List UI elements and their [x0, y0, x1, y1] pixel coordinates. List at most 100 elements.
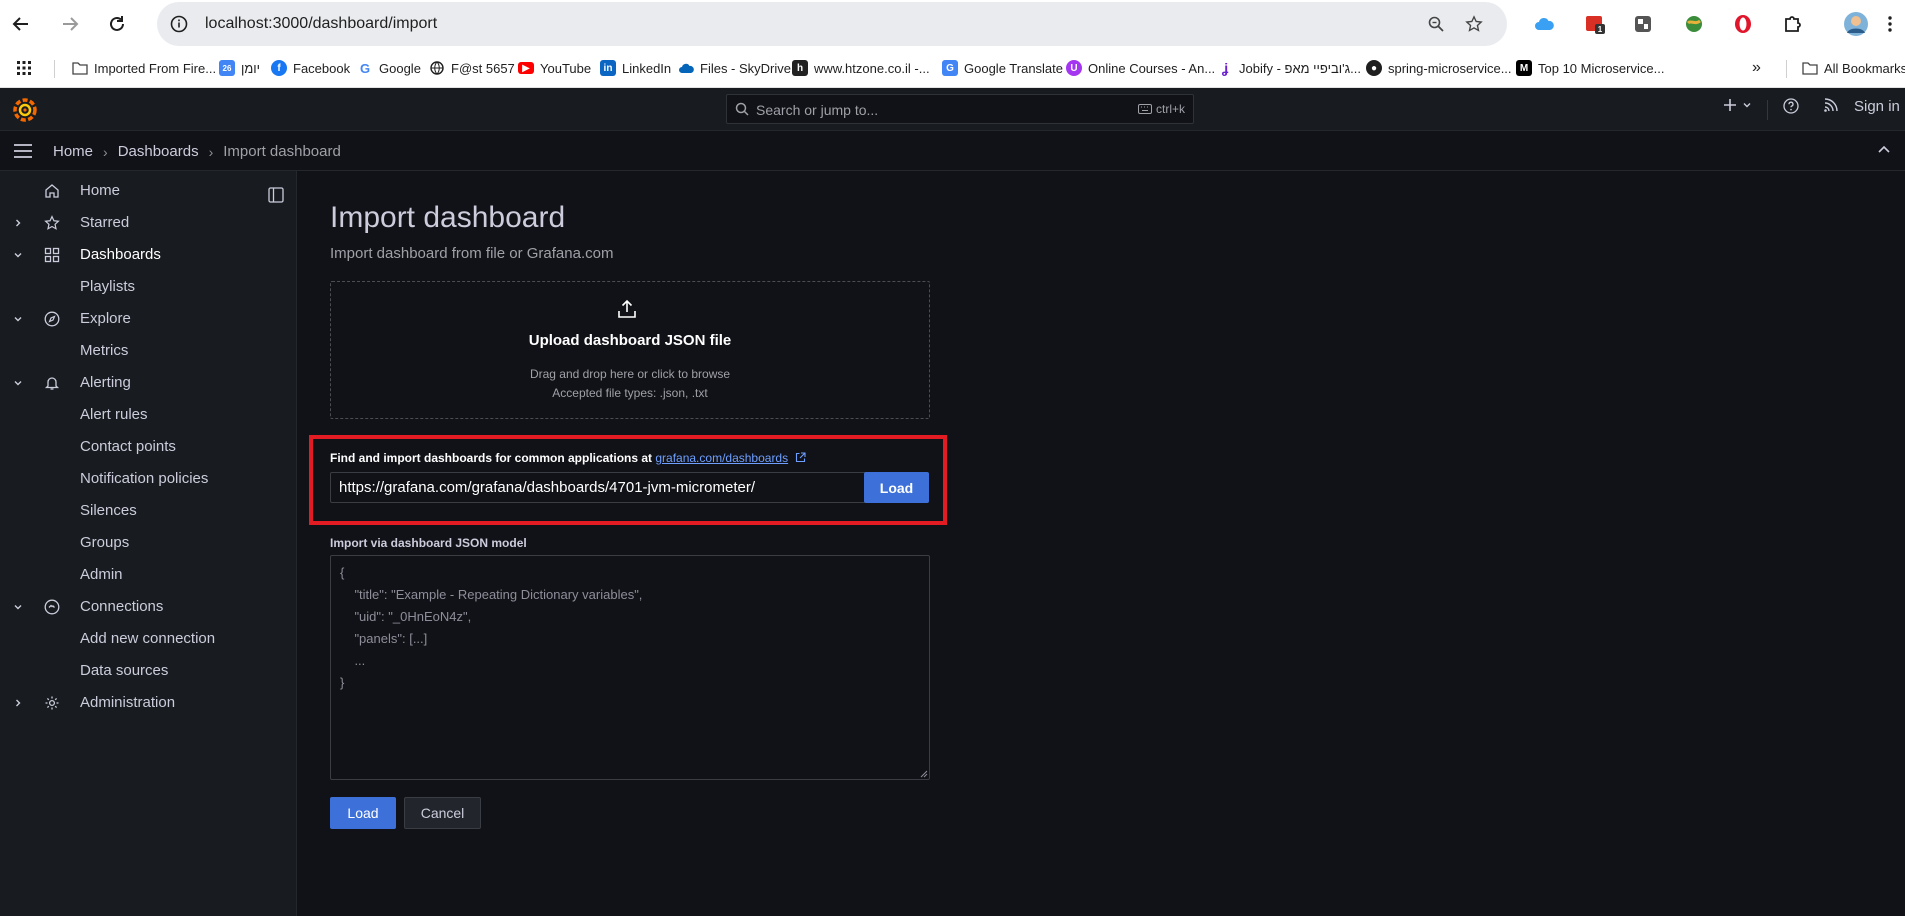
- bookmark-item[interactable]: in LinkedIn: [600, 58, 671, 78]
- bookmark-item[interactable]: ▶ YouTube: [518, 58, 591, 78]
- sidebar-item-label: Contact points: [80, 438, 176, 455]
- keyboard-shortcut: ctrl+k: [1137, 102, 1185, 116]
- sidebar-item-admin[interactable]: Admin: [0, 559, 297, 591]
- bookmark-item[interactable]: ● spring-microservice...: [1366, 58, 1512, 78]
- bookmark-item[interactable]: Imported From Fire...: [72, 58, 216, 78]
- google-icon: G: [359, 60, 371, 76]
- breadcrumb-current: Import dashboard: [223, 143, 341, 160]
- page-title: Import dashboard: [330, 201, 566, 234]
- onedrive-extension-icon[interactable]: [1532, 12, 1556, 36]
- sidebar-item-silences[interactable]: Silences: [0, 495, 297, 527]
- bookmark-item[interactable]: h www.htzone.co.il -...: [792, 58, 930, 78]
- sidebar-item-data-sources[interactable]: Data sources: [0, 655, 297, 687]
- chevron-down-icon[interactable]: [11, 312, 25, 326]
- load-button[interactable]: Load: [330, 797, 396, 829]
- sidebar-item-label: Admin: [80, 566, 123, 583]
- menu-toggle-icon[interactable]: [13, 143, 33, 164]
- sidebar-item-alerting[interactable]: Alerting: [0, 367, 297, 399]
- bookmark-label: www.htzone.co.il -...: [814, 60, 930, 76]
- sidebar-item-explore[interactable]: Explore: [0, 303, 297, 335]
- search-input[interactable]: Search or jump to... ctrl+k: [726, 94, 1194, 124]
- sidebar-item-label: Alerting: [80, 374, 131, 391]
- puzzle-app-extension-icon[interactable]: [1631, 12, 1655, 36]
- site-info-icon[interactable]: [167, 12, 191, 36]
- chevron-down-icon[interactable]: [11, 600, 25, 614]
- gear-icon: [43, 694, 61, 712]
- opera-extension-icon[interactable]: [1731, 12, 1755, 36]
- chevron-down-icon[interactable]: [11, 248, 25, 262]
- apps-grid-icon[interactable]: [16, 58, 32, 78]
- sidebar-item-administration[interactable]: Administration: [0, 687, 297, 719]
- extensions-puzzle-icon[interactable]: [1781, 12, 1805, 36]
- bookmark-item[interactable]: G Google: [357, 58, 421, 78]
- url-text[interactable]: localhost:3000/dashboard/import: [205, 15, 437, 33]
- breadcrumb-dashboards[interactable]: Dashboards: [118, 143, 199, 160]
- sidebar-item-alert-rules[interactable]: Alert rules: [0, 399, 297, 431]
- github-icon: ●: [1366, 60, 1382, 76]
- sidebar-item-contact-points[interactable]: Contact points: [0, 431, 297, 463]
- rss-news-icon[interactable]: [1824, 98, 1838, 112]
- forward-button[interactable]: [55, 9, 85, 39]
- globe-extension-icon[interactable]: [1682, 12, 1706, 36]
- sidebar-item-metrics[interactable]: Metrics: [0, 335, 297, 367]
- sidebar-item-label: Add new connection: [80, 630, 216, 647]
- json-model-label: Import via dashboard JSON model: [330, 536, 527, 550]
- sidebar-item-label: Home: [80, 182, 121, 199]
- linkedin-icon: in: [600, 60, 616, 76]
- all-bookmarks[interactable]: All Bookmarks: [1802, 58, 1905, 78]
- breadcrumb-home[interactable]: Home: [53, 143, 93, 160]
- connections-icon: [43, 598, 61, 616]
- dashboards-icon: [43, 246, 61, 264]
- sidebar-item-dashboards[interactable]: Dashboards: [0, 239, 297, 271]
- new-menu-button[interactable]: [1723, 98, 1752, 112]
- grafana-logo-icon[interactable]: [12, 97, 38, 123]
- grafana-com-label: Find and import dashboards for common ap…: [330, 451, 807, 465]
- json-model-textarea[interactable]: { "title": "Example - Repeating Dictiona…: [330, 555, 930, 780]
- sidebar-item-label: Groups: [80, 534, 130, 551]
- chevron-down-icon[interactable]: [11, 376, 25, 390]
- bookmark-label: spring-microservice...: [1388, 60, 1512, 76]
- sidebar-item-label: Silences: [80, 502, 137, 519]
- back-button[interactable]: [6, 9, 36, 39]
- grafana-com-url-input[interactable]: [330, 472, 866, 503]
- cancel-button[interactable]: Cancel: [404, 797, 481, 829]
- more-bookmarks-chevron-icon[interactable]: »: [1752, 58, 1761, 78]
- chevron-right-icon[interactable]: [11, 696, 25, 710]
- zoom-icon[interactable]: [1425, 13, 1447, 35]
- folder-icon: [1802, 60, 1818, 76]
- bookmark-item[interactable]: 26 יומן: [219, 58, 260, 78]
- sidebar-item-home[interactable]: Home: [0, 175, 297, 207]
- browser-menu-icon[interactable]: [1878, 12, 1902, 36]
- bookmark-item[interactable]: G Google Translate: [942, 58, 1063, 78]
- upload-dropzone[interactable]: Upload dashboard JSON file Drag and drop…: [330, 281, 930, 419]
- bookmark-item[interactable]: ʝ Jobify - ג'וביפיי מאפ...: [1217, 58, 1361, 78]
- upload-file-types: Accepted file types: .json, .txt: [552, 386, 708, 400]
- chevron-right-icon[interactable]: [11, 216, 25, 230]
- sign-in-link[interactable]: Sign in: [1854, 98, 1900, 115]
- sidebar-item-connections[interactable]: Connections: [0, 591, 297, 623]
- sidebar-item-groups[interactable]: Groups: [0, 527, 297, 559]
- bookmark-item[interactable]: f Facebook: [271, 58, 350, 78]
- bookmark-star-icon[interactable]: [1463, 13, 1485, 35]
- help-icon[interactable]: [1783, 98, 1799, 114]
- sidebar-item-add-new-connection[interactable]: Add new connection: [0, 623, 297, 655]
- sidebar-item-notification-policies[interactable]: Notification policies: [0, 463, 297, 495]
- breadcrumb-separator-icon: ›: [103, 143, 108, 160]
- chevron-up-icon[interactable]: [1877, 143, 1891, 162]
- grafana-com-dashboards-link[interactable]: grafana.com/dashboards: [655, 451, 788, 465]
- calendar-extension-icon[interactable]: 1: [1583, 12, 1607, 36]
- grafana-com-load-button[interactable]: Load: [864, 472, 929, 503]
- breadcrumb: Home › Dashboards › Import dashboard: [53, 143, 341, 160]
- sidebar-item-label: Alert rules: [80, 406, 148, 423]
- bookmark-item[interactable]: F@st 5657: [429, 58, 515, 78]
- address-bar[interactable]: localhost:3000/dashboard/import: [157, 2, 1507, 46]
- plus-icon: [1724, 99, 1736, 111]
- sidebar-item-starred[interactable]: Starred: [0, 207, 297, 239]
- bookmark-item[interactable]: M Top 10 Microservice...: [1516, 58, 1664, 78]
- profile-avatar[interactable]: [1843, 11, 1869, 37]
- bookmark-item[interactable]: Files - SkyDrive: [678, 58, 791, 78]
- sidebar-item-playlists[interactable]: Playlists: [0, 271, 297, 303]
- bookmark-item[interactable]: U Online Courses - An...: [1066, 58, 1215, 78]
- resize-handle-icon[interactable]: [920, 770, 928, 778]
- reload-button[interactable]: [102, 9, 132, 39]
